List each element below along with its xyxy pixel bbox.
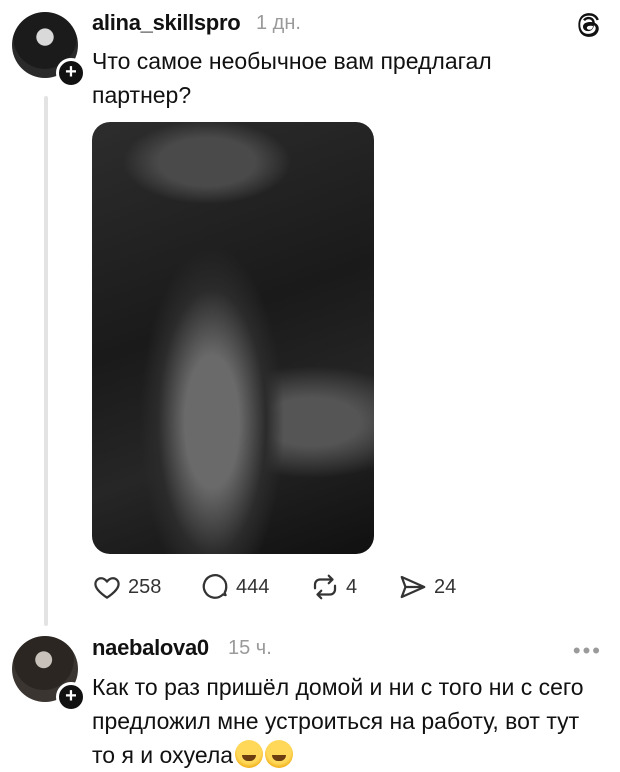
- sweat-smile-emoji-icon: [235, 740, 264, 768]
- post-time: 1 дн.: [256, 12, 301, 34]
- share-count: 24: [434, 575, 457, 598]
- send-icon: [400, 575, 426, 599]
- threads-icon[interactable]: [574, 10, 604, 40]
- like-count: 258: [128, 575, 162, 598]
- follow-plus-icon[interactable]: +: [56, 58, 86, 88]
- reply-text: Как то раз пришёл домой и ни с того ни с…: [92, 674, 584, 768]
- comment-count: 444: [236, 575, 270, 598]
- more-icon[interactable]: •••: [573, 638, 602, 664]
- share-button[interactable]: 24: [398, 572, 456, 602]
- reply-text-wrap: Как то раз пришёл домой и ни с того ни с…: [92, 670, 602, 772]
- reply-time: 15 ч.: [228, 637, 272, 659]
- repost-button[interactable]: 4: [310, 572, 357, 602]
- reply-username[interactable]: naebalova0: [92, 635, 209, 661]
- repost-count: 4: [346, 575, 358, 598]
- follow-plus-icon[interactable]: +: [56, 682, 86, 712]
- comment-button[interactable]: 444: [200, 572, 269, 602]
- repost-icon: [313, 574, 337, 600]
- laughing-emoji-icon: [265, 740, 294, 768]
- comment-icon: [202, 574, 228, 599]
- post-text: Что самое необычное вам предлагал партне…: [92, 48, 492, 108]
- heart-icon: [94, 577, 120, 599]
- post-image[interactable]: [92, 122, 374, 554]
- thread-line: [44, 96, 48, 626]
- like-button[interactable]: 258: [92, 572, 161, 602]
- post-username[interactable]: alina_skillspro: [92, 10, 241, 36]
